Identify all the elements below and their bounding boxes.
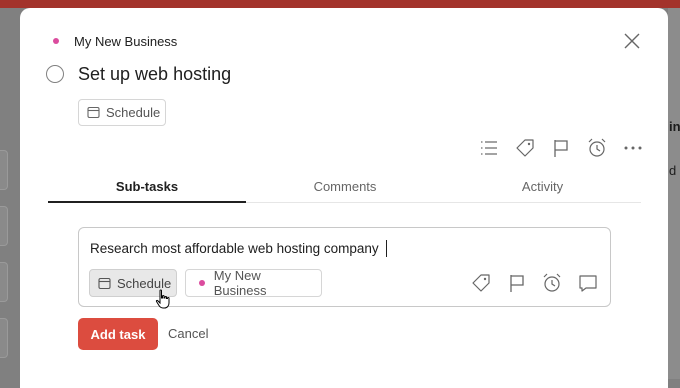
comment-icon[interactable] [577,272,599,294]
schedule-button[interactable]: Schedule [78,99,166,126]
background-text: d [669,163,677,178]
background-card [0,318,8,358]
flag-icon[interactable] [550,137,572,159]
subtask-project-button[interactable]: My New Business [185,268,322,298]
project-label: My New Business [213,268,267,298]
background-panel [668,8,680,379]
task-complete-checkbox[interactable] [46,65,64,83]
project-color-dot [53,38,59,44]
task-title[interactable]: Set up web hosting [78,64,231,85]
alarm-clock-icon[interactable] [586,137,608,159]
background-text: in [669,119,680,134]
label-tag-icon[interactable] [470,272,492,294]
close-icon[interactable] [623,32,641,50]
more-options-icon[interactable] [622,137,644,159]
app-top-bar [0,0,680,8]
cancel-button[interactable]: Cancel [168,326,208,341]
project-name[interactable]: My New Business [74,34,177,49]
flag-icon[interactable] [506,272,528,294]
background-card [0,206,8,246]
tab-sub-tasks[interactable]: Sub-tasks [48,179,246,194]
tab-comments[interactable]: Comments [246,179,444,194]
label-tag-icon[interactable] [514,137,536,159]
task-detail-modal: My New Business Set up web hosting Sched… [20,8,668,388]
background-card [0,262,8,302]
calendar-icon [87,106,100,119]
text-caret [386,240,387,257]
hand-pointer-cursor-icon [155,289,171,309]
calendar-icon [98,277,111,290]
schedule-label: Schedule [106,105,161,120]
project-color-dot [199,280,205,286]
tab-activity[interactable]: Activity [444,179,641,194]
add-task-button[interactable]: Add task [78,318,158,350]
list-icon[interactable] [478,137,500,159]
subtask-name-input[interactable]: Research most affordable web hosting com… [90,241,379,256]
active-tab-indicator [48,201,246,203]
alarm-clock-icon[interactable] [541,272,563,294]
background-card [0,150,8,190]
